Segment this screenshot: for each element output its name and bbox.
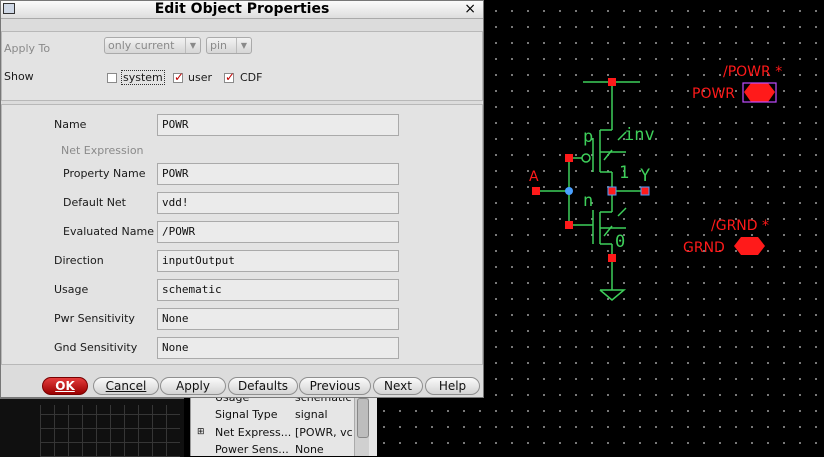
chevron-down-icon: ▼ — [185, 38, 200, 53]
property-key: Signal Type — [215, 408, 278, 421]
system-checkbox-label[interactable]: system — [121, 70, 165, 85]
user-checkbox[interactable]: ✓ — [173, 70, 185, 84]
system-checkbox[interactable] — [107, 73, 117, 83]
cdf-checkbox[interactable]: ✓ — [224, 70, 236, 84]
pwr-sensitivity-field[interactable]: None — [157, 308, 399, 330]
property-key: Power Sens... — [215, 443, 289, 456]
apply-to-scope-select[interactable]: only current ▼ — [104, 37, 201, 54]
property-key: Usage — [215, 398, 249, 406]
evaluated-name-label: Evaluated Name — [63, 225, 154, 238]
pmos-label: p — [583, 127, 593, 147]
apply-button[interactable]: Apply — [160, 377, 226, 395]
apply-to-scope-value: only current — [108, 39, 175, 52]
previous-button[interactable]: Previous — [299, 377, 371, 395]
usage-field[interactable]: schematic — [157, 279, 399, 301]
property-editor-panel[interactable]: Usage schematic Signal Type signal ⊞ Net… — [190, 398, 377, 456]
property-name-label: Property Name — [63, 167, 146, 180]
default-net-label: Default Net — [63, 196, 126, 209]
apply-to-type-value: pin — [210, 39, 228, 52]
net-expression-label: Net Expression — [61, 144, 144, 157]
gnd-sensitivity-label: Gnd Sensitivity — [54, 341, 138, 354]
default-net-field[interactable]: vdd! — [157, 192, 399, 214]
pwr-sensitivity-label: Pwr Sensitivity — [54, 312, 135, 325]
pin-powr-net-label: /POWR * — [723, 64, 782, 80]
checkmark-icon: ✓ — [225, 70, 236, 84]
direction-label: Direction — [54, 254, 104, 267]
cancel-button[interactable]: Cancel — [93, 377, 159, 395]
checkmark-icon: ✓ — [174, 70, 185, 84]
expand-plus-icon[interactable]: ⊞ — [197, 424, 205, 441]
chevron-down-icon: ▼ — [236, 38, 251, 53]
gnd-sensitivity-field[interactable]: None — [157, 337, 399, 359]
help-button[interactable]: Help — [425, 377, 480, 395]
evaluated-name-field[interactable]: /POWR — [157, 221, 399, 243]
usage-label: Usage — [54, 283, 89, 296]
waveform-grid — [40, 405, 180, 457]
show-label: Show — [4, 70, 34, 83]
next-button[interactable]: Next — [373, 377, 423, 395]
direction-field[interactable]: inputOutput — [157, 250, 399, 272]
close-icon[interactable]: × — [464, 1, 476, 18]
cdf-checkbox-label[interactable]: CDF — [240, 71, 262, 84]
pin-grnd-net-label: /GRND * — [711, 218, 769, 234]
output-y-label: Y — [640, 166, 650, 186]
input-a-label: A — [529, 169, 539, 185]
property-row[interactable]: Power Sens... None — [191, 441, 357, 456]
pin-powr-label: POWR — [692, 86, 735, 102]
property-value: schematic — [295, 398, 351, 406]
property-value: [POWR, vc — [295, 426, 353, 439]
scrollbar[interactable] — [354, 398, 369, 456]
property-row[interactable]: Signal Type signal — [191, 406, 357, 423]
apply-to-type-select[interactable]: pin ▼ — [206, 37, 252, 54]
pmos-multiplier-label: 1 — [619, 163, 629, 183]
cell-name-label: inv — [624, 125, 655, 145]
defaults-button[interactable]: Defaults — [228, 377, 298, 395]
nmos-label: n — [583, 191, 593, 211]
dialog-titlebar[interactable]: Edit Object Properties × — [1, 1, 483, 19]
edit-object-properties-dialog: Edit Object Properties × Apply To only c… — [0, 0, 484, 398]
apply-to-label: Apply To — [4, 42, 51, 55]
name-field[interactable]: POWR — [157, 114, 399, 136]
property-value: None — [295, 443, 324, 456]
property-name-field[interactable]: POWR — [157, 163, 399, 185]
ok-button[interactable]: OK — [42, 377, 88, 395]
property-value: signal — [295, 408, 328, 421]
name-label: Name — [54, 118, 87, 131]
property-row[interactable]: Usage schematic — [191, 398, 357, 406]
nmos-multiplier-label: 0 — [615, 232, 625, 252]
pin-grnd-label: GRND — [683, 240, 725, 256]
property-row[interactable]: ⊞ Net Express... [POWR, vc — [191, 424, 357, 441]
waveform-panel — [0, 398, 184, 457]
dialog-title: Edit Object Properties — [154, 1, 330, 17]
property-key: Net Express... — [215, 426, 292, 439]
scrollbar-thumb[interactable] — [357, 398, 369, 438]
user-checkbox-label[interactable]: user — [188, 71, 212, 84]
